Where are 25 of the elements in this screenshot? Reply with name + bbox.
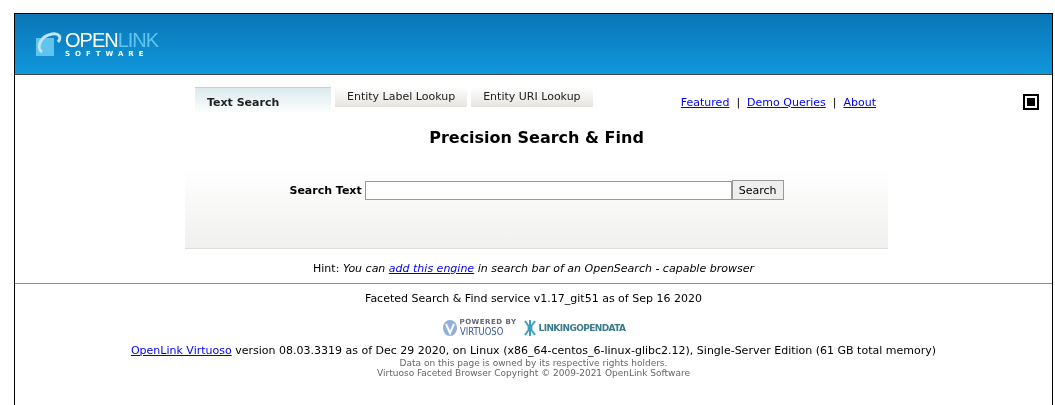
nav-link[interactable]: About <box>843 95 876 109</box>
version-info: OpenLink Virtuoso version 08.03.3319 as of Dec 29 2020, on Linux (x86_64-centos_6-linux-glibc2.12), Single-Server Edition (61 GB total memory) <box>130 344 937 357</box>
copyright-text: Virtuoso Faceted Browser Copyright © 2009-2021 OpenLink Software <box>376 368 691 378</box>
service-info: Faceted Search & Find service v1.17_git51 as of Sep 16 2020 <box>365 292 702 305</box>
separator: | <box>736 95 741 109</box>
search-field[interactable] <box>364 180 732 200</box>
badge-title: VIRTUOSO <box>459 326 504 337</box>
tab[interactable]: Entity URI Lookup <box>471 87 593 107</box>
tab[interactable]: Entity Label Lookup <box>335 87 468 107</box>
engine-link[interactable]: add this engine <box>388 262 475 275</box>
logo-icon <box>33 30 63 58</box>
square-icon[interactable] <box>1023 94 1039 110</box>
field-label: Search Text <box>289 183 362 197</box>
badge-title: LINKINGOPENDATA <box>538 323 626 333</box>
search-button[interactable]: Search <box>731 180 784 200</box>
nav-link[interactable]: Featured <box>680 95 730 109</box>
virtuoso-link[interactable]: OpenLink Virtuoso <box>130 344 232 357</box>
panel-title: Precision Search & Find <box>429 128 644 147</box>
nav-link[interactable]: Demo Queries <box>747 95 826 109</box>
logo-text: OPENLINK <box>65 30 159 50</box>
separator: | <box>832 95 837 109</box>
rights-notice: Data on this page is owned by its respective rights holders. <box>398 358 669 368</box>
network-icon <box>522 319 537 337</box>
tab[interactable]: Text Search <box>195 87 331 114</box>
hint-text: Hint: You can add this engine in search bar of an OpenSearch - capable browser <box>313 262 754 275</box>
